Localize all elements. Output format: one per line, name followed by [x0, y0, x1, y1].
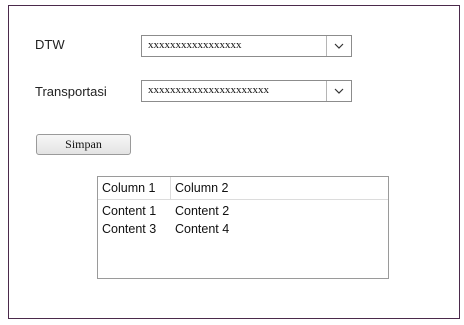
- chevron-down-icon[interactable]: [326, 36, 351, 56]
- table-row[interactable]: Content 1 Content 2: [98, 202, 388, 220]
- table-cell: Content 1: [102, 204, 157, 218]
- table-row[interactable]: Content 3 Content 4: [98, 220, 388, 238]
- chevron-down-icon[interactable]: [326, 81, 351, 101]
- transportasi-select[interactable]: xxxxxxxxxxxxxxxxxxxxxx: [141, 80, 352, 102]
- table-cell: Content 2: [175, 204, 230, 218]
- transportasi-label: Transportasi: [35, 84, 107, 99]
- simpan-button[interactable]: Simpan: [36, 134, 131, 155]
- dtw-select[interactable]: xxxxxxxxxxxxxxxxx: [141, 35, 352, 57]
- transportasi-select-value: xxxxxxxxxxxxxxxxxxxxxx: [148, 84, 269, 96]
- table-body: Content 1 Content 2 Content 3 Content 4: [98, 200, 388, 238]
- column-header[interactable]: Column 1: [98, 177, 171, 199]
- table-cell: Content 3: [102, 222, 157, 236]
- dtw-label: DTW: [35, 37, 65, 52]
- table-header: Column 1 Column 2: [98, 177, 388, 200]
- table-cell: Content 4: [175, 222, 230, 236]
- column-header[interactable]: Column 2: [171, 177, 388, 199]
- dtw-select-value: xxxxxxxxxxxxxxxxx: [148, 39, 242, 51]
- data-table[interactable]: Column 1 Column 2 Content 1 Content 2 Co…: [97, 176, 389, 279]
